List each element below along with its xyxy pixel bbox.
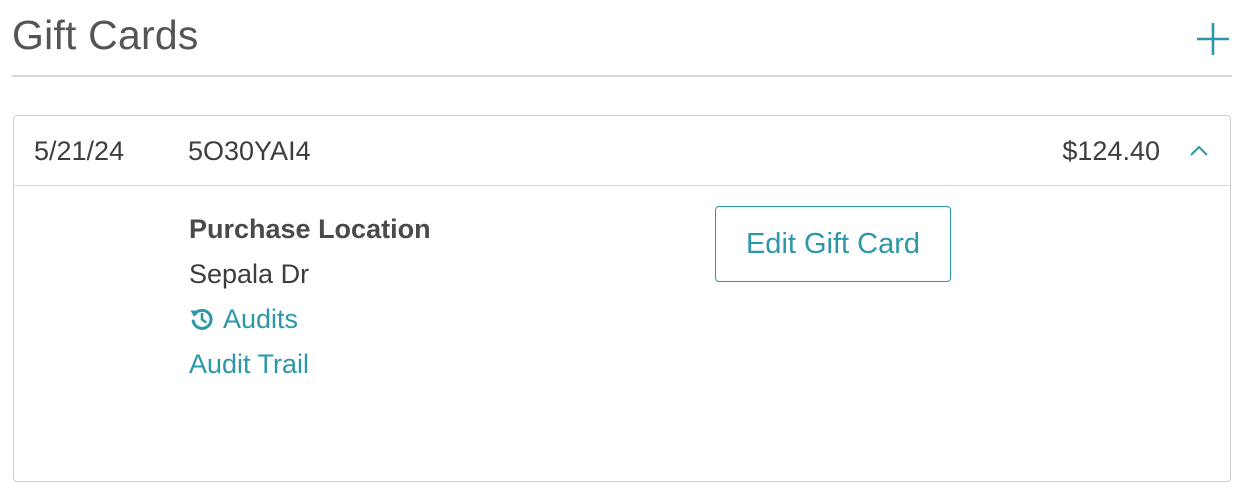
gift-cards-header: Gift Cards	[12, 0, 1232, 77]
page-title: Gift Cards	[12, 12, 199, 58]
gift-card-date: 5/21/24	[34, 136, 125, 166]
gift-card-panel: 5/21/24 5O30YAI4 $124.40 Purchase Locati…	[13, 115, 1231, 482]
history-icon	[190, 308, 213, 330]
audits-link[interactable]: Audits	[189, 302, 298, 336]
purchase-location-label: Purchase Location	[189, 214, 431, 244]
edit-gift-card-button[interactable]: Edit Gift Card	[715, 206, 951, 282]
purchase-location-value: Sepala Dr	[189, 259, 310, 289]
plus-icon[interactable]	[1196, 22, 1230, 56]
gift-card-amount: $124.40	[1062, 136, 1160, 166]
gift-card-summary-row[interactable]: 5/21/24 5O30YAI4 $124.40	[14, 116, 1230, 186]
audits-label: Audits	[223, 304, 299, 334]
audit-trail-link[interactable]: Audit Trail	[189, 347, 309, 381]
gift-card-code: 5O30YAI4	[188, 136, 311, 166]
chevron-up-icon[interactable]	[1188, 140, 1210, 162]
